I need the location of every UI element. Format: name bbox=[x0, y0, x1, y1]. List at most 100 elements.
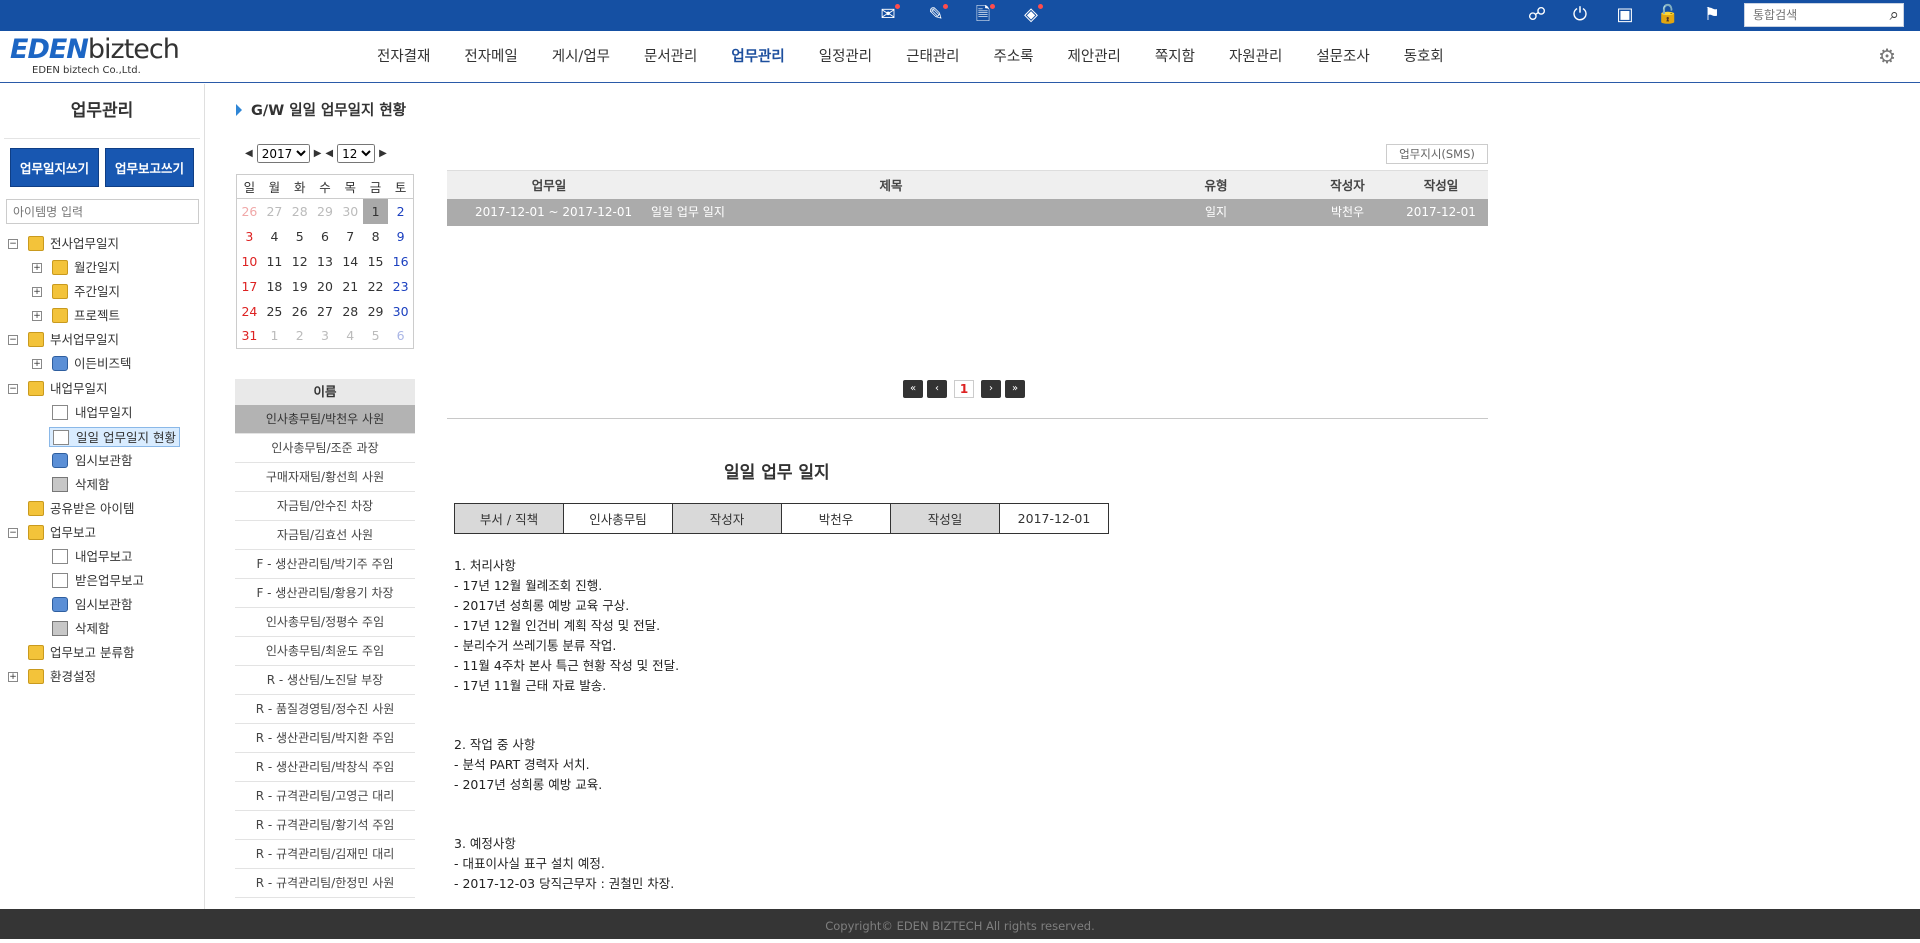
calendar-day[interactable]: 4 bbox=[338, 324, 363, 349]
nav-proposal[interactable]: 제안관리 bbox=[1051, 31, 1138, 83]
write-report-button[interactable]: 업무보고쓰기 bbox=[105, 148, 194, 187]
col-created[interactable]: 작성일 bbox=[1394, 171, 1488, 199]
nav-attendance[interactable]: 근태관리 bbox=[889, 31, 976, 83]
prev-page-icon[interactable]: ‹ bbox=[927, 380, 947, 398]
tree-item[interactable]: 임시보관함 bbox=[52, 595, 133, 615]
search-icon[interactable]: ⌕ bbox=[1889, 4, 1899, 26]
calendar-day[interactable]: 18 bbox=[262, 274, 287, 299]
calendar-day[interactable]: 26 bbox=[287, 299, 312, 324]
calendar-day[interactable]: 11 bbox=[262, 249, 287, 274]
calendar-day[interactable]: 27 bbox=[312, 299, 337, 324]
calendar-day[interactable]: 16 bbox=[388, 249, 413, 274]
tree-item[interactable]: 내업무보고 bbox=[52, 547, 133, 567]
calendar-day[interactable]: 31 bbox=[237, 324, 262, 349]
collapse-icon[interactable]: − bbox=[8, 384, 18, 394]
employee-item[interactable]: 인사총무팀/최윤도 주임 bbox=[235, 637, 415, 666]
employee-item[interactable]: R - 생산관리팀/박지환 주임 bbox=[235, 724, 415, 753]
nav-mail[interactable]: 전자메일 bbox=[447, 31, 534, 83]
next-page-icon[interactable]: › bbox=[981, 380, 1001, 398]
tree-item[interactable]: − 부서업무일지 bbox=[8, 330, 119, 350]
collapse-icon[interactable]: − bbox=[8, 239, 18, 249]
employee-item[interactable]: R - 품질경영팀/정수진 사원 bbox=[235, 695, 415, 724]
calendar-day[interactable]: 9 bbox=[388, 224, 413, 249]
tree-item[interactable]: + 프로젝트 bbox=[32, 306, 120, 326]
employee-item[interactable]: 인사총무팀/조준 과장 bbox=[235, 434, 415, 463]
calendar-day[interactable]: 23 bbox=[388, 274, 413, 299]
employee-item[interactable]: R - 생산관리팀/박창식 주임 bbox=[235, 753, 415, 782]
nav-resource[interactable]: 자원관리 bbox=[1212, 31, 1299, 83]
employee-item[interactable]: F - 생산관리팀/박기주 주임 bbox=[235, 550, 415, 579]
expand-icon[interactable]: + bbox=[32, 263, 42, 273]
first-page-icon[interactable]: « bbox=[903, 380, 923, 398]
sms-instruction-button[interactable]: 업무지시(SMS) bbox=[1386, 144, 1488, 164]
gear-icon[interactable]: ⚙ bbox=[1878, 44, 1896, 68]
calendar-day[interactable]: 28 bbox=[287, 199, 312, 224]
calendar-day[interactable]: 30 bbox=[388, 299, 413, 324]
tree-item[interactable]: 내업무일지 bbox=[52, 403, 133, 423]
calendar-day[interactable]: 5 bbox=[363, 324, 388, 349]
expand-icon[interactable]: + bbox=[8, 672, 18, 682]
calendar-day[interactable]: 3 bbox=[237, 224, 262, 249]
power-icon[interactable]: ⏻ bbox=[1567, 3, 1593, 27]
flag-icon[interactable]: ⚑ bbox=[1699, 3, 1725, 27]
next-year-icon[interactable]: ▶ bbox=[314, 148, 322, 159]
calendar-day[interactable]: 5 bbox=[287, 224, 312, 249]
collapse-icon[interactable]: − bbox=[8, 335, 18, 345]
collapse-icon[interactable]: − bbox=[8, 528, 18, 538]
employee-item-selected[interactable]: 인사총무팀/박천우 사원 bbox=[235, 405, 415, 434]
tree-item[interactable]: − 내업무일지 bbox=[8, 379, 108, 399]
calendar-day[interactable]: 4 bbox=[262, 224, 287, 249]
tree-item[interactable]: + 환경설정 bbox=[8, 667, 96, 687]
nav-board[interactable]: 게시/업무 bbox=[535, 31, 627, 83]
calendar-day[interactable]: 26 bbox=[237, 199, 262, 224]
col-title[interactable]: 제목 bbox=[651, 171, 1131, 199]
gift-icon[interactable]: ◈ bbox=[1018, 3, 1044, 27]
employee-item[interactable]: 자금팀/안수진 차장 bbox=[235, 492, 415, 521]
tree-item-selected[interactable]: 일일 업무일지 현황 bbox=[49, 427, 180, 447]
mail-icon[interactable]: ✉ bbox=[875, 3, 901, 27]
calendar-day[interactable]: 6 bbox=[312, 224, 337, 249]
tree-item[interactable]: 삭제함 bbox=[52, 619, 110, 639]
calendar-day[interactable]: 24 bbox=[237, 299, 262, 324]
calendar-day[interactable]: 20 bbox=[312, 274, 337, 299]
employee-item[interactable]: R - 생산팀/노진달 부장 bbox=[235, 666, 415, 695]
logo[interactable]: EDENbiztech EDEN biztech Co.,Ltd. bbox=[10, 35, 180, 79]
calendar-day[interactable]: 3 bbox=[312, 324, 337, 349]
page-number[interactable]: 1 bbox=[954, 380, 974, 398]
nav-memo[interactable]: 쪽지함 bbox=[1138, 31, 1212, 83]
calendar-day[interactable]: 10 bbox=[237, 249, 262, 274]
item-search-input[interactable] bbox=[6, 199, 199, 224]
employee-item[interactable]: 인사총무팀/정평수 주임 bbox=[235, 608, 415, 637]
tree-item[interactable]: + 이든비즈텍 bbox=[32, 354, 132, 374]
employee-item[interactable]: R - 규격관리팀/황기석 주임 bbox=[235, 811, 415, 840]
col-author[interactable]: 작성자 bbox=[1301, 171, 1394, 199]
calendar-day-today[interactable]: 1 bbox=[362, 198, 389, 224]
nav-documents[interactable]: 문서관리 bbox=[627, 31, 714, 83]
table-row[interactable]: 2017-12-01 ~ 2017-12-01 일일 업무 일지 일지 박천우 … bbox=[447, 199, 1488, 226]
nav-schedule[interactable]: 일정관리 bbox=[802, 31, 889, 83]
tree-item[interactable]: 삭제함 bbox=[52, 475, 110, 495]
calendar-day[interactable]: 13 bbox=[312, 249, 337, 274]
nav-work[interactable]: 업무관리 bbox=[714, 31, 801, 83]
tree-item[interactable]: + 월간일지 bbox=[32, 258, 120, 278]
month-select[interactable]: 12 bbox=[337, 144, 376, 163]
expand-icon[interactable]: + bbox=[32, 359, 42, 369]
next-month-icon[interactable]: ▶ bbox=[379, 148, 387, 159]
tree-item[interactable]: − 전사업무일지 bbox=[8, 234, 119, 254]
prev-year-icon[interactable]: ◀ bbox=[245, 148, 253, 159]
nav-approval[interactable]: 전자결재 bbox=[360, 31, 447, 83]
calendar-day[interactable]: 8 bbox=[363, 224, 388, 249]
calendar-day[interactable]: 19 bbox=[287, 274, 312, 299]
calendar-day[interactable]: 30 bbox=[338, 199, 363, 224]
nav-address[interactable]: 주소록 bbox=[977, 31, 1051, 83]
employee-item[interactable]: R - 규격관리팀/김재민 대리 bbox=[235, 840, 415, 869]
tree-item[interactable]: 공유받은 아이템 bbox=[28, 499, 134, 519]
calendar-day[interactable]: 29 bbox=[312, 199, 337, 224]
prev-month-icon[interactable]: ◀ bbox=[325, 148, 333, 159]
global-search-input[interactable] bbox=[1745, 4, 1875, 26]
calendar-day[interactable]: 2 bbox=[388, 199, 413, 224]
calendar-day[interactable]: 25 bbox=[262, 299, 287, 324]
employee-item[interactable]: F - 생산관리팀/황용기 차장 bbox=[235, 579, 415, 608]
lock-icon[interactable]: 🔓 bbox=[1655, 3, 1681, 27]
tree-item[interactable]: + 주간일지 bbox=[32, 282, 120, 302]
